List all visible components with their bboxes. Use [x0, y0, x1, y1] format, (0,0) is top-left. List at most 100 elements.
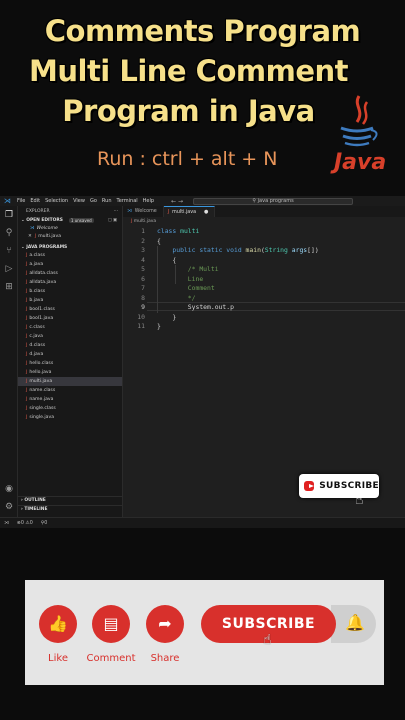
tab-multi-java[interactable]: J multi.java ● [163, 206, 216, 217]
section-tools-icon[interactable]: ▢▣ [108, 218, 118, 223]
file-name: c.class [29, 325, 45, 330]
file-tree-item[interactable]: Jmulti.java [18, 377, 122, 386]
unsaved-badge: 1 unsaved [68, 217, 94, 223]
file-tree-item[interactable]: Jb.class [18, 287, 122, 296]
code-line[interactable]: */ [157, 294, 196, 302]
hand-cursor-icon: ☝ [263, 632, 272, 648]
code-line[interactable]: /* Multi [157, 265, 219, 273]
file-name: c.java [29, 334, 43, 339]
file-name: d.class [29, 343, 46, 348]
open-editor-item[interactable]: ✕ J multi.java [18, 232, 122, 240]
search-icon[interactable]: ⚲ [4, 228, 14, 238]
remote-icon[interactable]: ⋊ [4, 521, 9, 526]
file-tree-item[interactable]: Jname.class [18, 386, 122, 395]
java-programs-section[interactable]: ⌄ JAVA PROGRAMS [18, 243, 122, 251]
title-banner: Comments Program Multi Line Comment Prog… [0, 0, 405, 195]
project-label: JAVA PROGRAMS [26, 244, 68, 250]
code-line[interactable]: Comment [157, 284, 215, 292]
file-tree-item[interactable]: Ja.java [18, 260, 122, 269]
run-shortcut-hint: Run : ctrl + alt + N [97, 148, 278, 170]
open-editors-label: OPEN EDITORS [26, 217, 63, 223]
code-line[interactable]: class multi [157, 227, 199, 235]
breadcrumb[interactable]: J multi.java [123, 217, 405, 225]
file-tree-item[interactable]: Jsingle.class [18, 404, 122, 413]
menu-view[interactable]: View [73, 198, 85, 204]
tab-welcome[interactable]: ⋊ Welcome [123, 206, 164, 217]
menu-edit[interactable]: Edit [30, 198, 40, 204]
more-actions-icon[interactable]: ··· [114, 209, 118, 214]
explorer-title: EXPLORER [26, 208, 50, 214]
code-line[interactable]: Line [157, 275, 203, 283]
code-line[interactable]: { [157, 237, 161, 245]
close-icon[interactable]: ✕ [28, 234, 32, 239]
java-file-icon: J [26, 316, 28, 321]
file-tree-item[interactable]: Jd.class [18, 341, 122, 350]
file-tree-item[interactable]: Jhello.java [18, 368, 122, 377]
file-tree-item[interactable]: Jalldata.class [18, 269, 122, 278]
file-tree-item[interactable]: Jbool1.class [18, 305, 122, 314]
source-control-icon[interactable]: ⑂ [4, 246, 14, 256]
file-tree-item[interactable]: Jc.class [18, 323, 122, 332]
code-line[interactable]: } [157, 313, 176, 321]
code-editor[interactable]: ⋊ Welcome J multi.java ● J multi.java 1 c… [123, 206, 405, 517]
file-tree-item[interactable]: Jhello.class [18, 359, 122, 368]
menu-selection[interactable]: Selection [45, 198, 68, 204]
code-line[interactable]: System.out.p [157, 303, 234, 311]
file-name: d.java [29, 352, 44, 357]
problems-count[interactable]: ⊗0 ⚠0 [17, 521, 33, 526]
java-file-icon: J [26, 307, 28, 312]
file-tree-item[interactable]: Jc.java [18, 332, 122, 341]
comment-button[interactable]: ▤ [92, 605, 130, 643]
file-name: a.java [29, 262, 44, 267]
line-number: 5 [141, 265, 145, 273]
outline-section[interactable]: › OUTLINE [18, 496, 123, 504]
file-tree-item[interactable]: Jb.java [18, 296, 122, 305]
file-tree-item[interactable]: Jname.java [18, 395, 122, 404]
file-name: a.class [29, 253, 46, 258]
java-file-icon: J [26, 334, 28, 339]
explorer-files-icon[interactable]: ❐ [4, 210, 14, 220]
menu-go[interactable]: Go [90, 198, 97, 204]
file-tree-item[interactable]: Ja.class [18, 251, 122, 260]
menu-help[interactable]: Help [143, 198, 154, 204]
open-editors-section[interactable]: ⌄ OPEN EDITORS 1 unsaved ▢▣ [18, 216, 122, 224]
file-tree-item[interactable]: Jd.java [18, 350, 122, 359]
menu-file[interactable]: File [17, 198, 25, 204]
file-tree-item[interactable]: Jalldata.java [18, 278, 122, 287]
timeline-section[interactable]: › TIMELINE [18, 505, 123, 513]
java-file-icon: J [26, 352, 28, 357]
code-line[interactable]: public static void main(String args[]) [157, 246, 318, 254]
nav-arrows-icon[interactable]: ← → [171, 198, 183, 205]
java-file-icon: J [26, 343, 28, 348]
share-button[interactable]: ➦ [146, 605, 184, 643]
line-number: 6 [141, 274, 145, 283]
explorer-header: EXPLORER ··· [18, 206, 122, 216]
file-name: bool1.java [29, 316, 54, 321]
code-line[interactable]: { [157, 256, 176, 264]
subscribe-overlay-button[interactable]: SUBSCRIBE [299, 474, 379, 498]
extensions-icon[interactable]: ⊞ [4, 282, 14, 292]
status-bar: ⋊ ⊗0 ⚠0 ⚲0 [0, 517, 405, 528]
editor-tabs: ⋊ Welcome J multi.java ● [123, 206, 405, 217]
youtube-play-icon [304, 481, 315, 491]
open-editor-name: Welcome [36, 225, 58, 231]
like-button[interactable]: 👍 [39, 605, 77, 643]
line-number: 1 [141, 227, 145, 235]
file-tree-item[interactable]: Jsingle.java [18, 413, 122, 422]
file-name: b.class [29, 289, 46, 294]
run-debug-icon[interactable]: ▷ [4, 264, 14, 274]
open-editor-item[interactable]: ⋊ Welcome [18, 224, 122, 232]
line-number: 4 [141, 255, 145, 264]
unsaved-dot-icon[interactable]: ● [204, 209, 208, 215]
command-search-box[interactable]: ⚲ java programs [193, 197, 354, 205]
ports-count[interactable]: ⚲0 [41, 521, 48, 526]
notification-bell-button[interactable]: 🔔 [331, 605, 376, 643]
menu-run[interactable]: Run [102, 198, 112, 204]
code-line[interactable]: } [157, 322, 161, 330]
menu-terminal[interactable]: Terminal [117, 198, 138, 204]
line-number: 11 [137, 322, 145, 330]
account-icon[interactable]: ◉ [4, 484, 14, 494]
file-tree-item[interactable]: Jbool1.java [18, 314, 122, 323]
settings-gear-icon[interactable]: ⚙ [4, 502, 14, 512]
tab-label: Welcome [134, 209, 157, 214]
